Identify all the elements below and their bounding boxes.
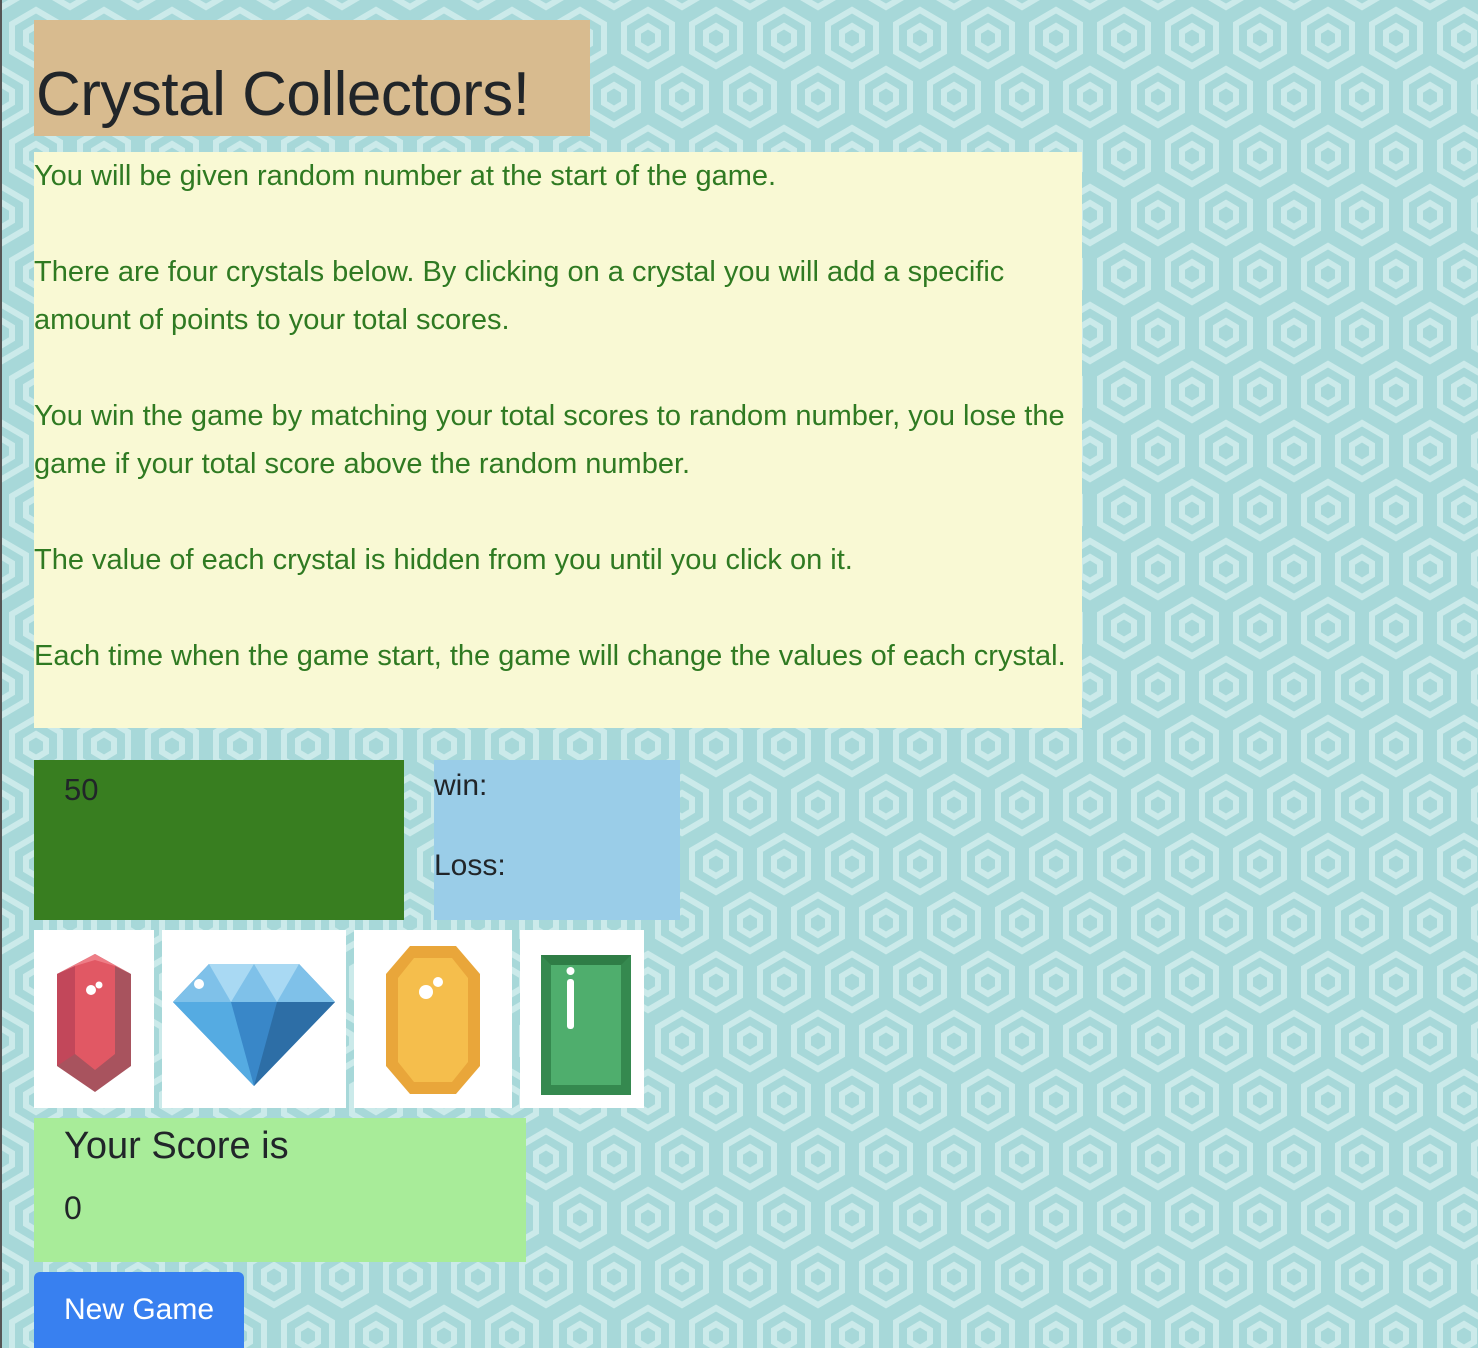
win-loss-panel: win: Loss: (434, 760, 680, 920)
yellow-crystal-icon (386, 946, 480, 1094)
instruction-text: You win the game by matching your total … (34, 400, 1065, 480)
instruction-text: There are four crystals below. By clicki… (34, 256, 1005, 336)
title-banner: Crystal Collectors! (34, 20, 590, 136)
instruction-text: The value of each crystal is hidden from… (34, 544, 853, 576)
loss-label: Loss: (434, 849, 506, 882)
instruction-text: You will be given random number at the s… (34, 160, 777, 192)
blue-diamond-button[interactable] (162, 930, 346, 1108)
win-label: win: (434, 769, 488, 802)
new-game-button[interactable]: New Game (34, 1272, 244, 1348)
score-value: 0 (64, 1190, 82, 1226)
score-heading: Your Score is (64, 1125, 289, 1167)
red-crystal-icon (57, 954, 131, 1092)
red-crystal-button[interactable] (34, 930, 154, 1108)
blue-diamond-icon (173, 964, 335, 1086)
score-panel: Your Score is 0 (34, 1118, 526, 1262)
green-crystal-icon (541, 955, 631, 1095)
instruction-text: Each time when the game start, the game … (34, 640, 1066, 672)
yellow-crystal-button[interactable] (354, 930, 512, 1108)
random-number-panel: 50 (34, 760, 404, 920)
page-title: Crystal Collectors! (36, 60, 530, 129)
random-number-value: 50 (64, 772, 99, 807)
green-crystal-button[interactable] (520, 930, 644, 1108)
instructions-panel: You will be given random number at the s… (34, 152, 1082, 728)
